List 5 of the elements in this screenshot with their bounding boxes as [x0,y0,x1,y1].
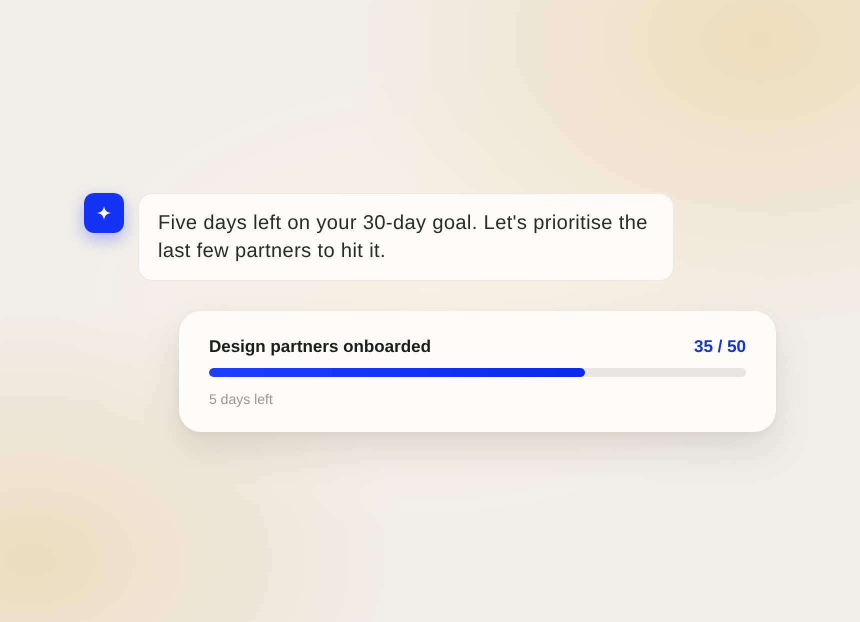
sparkle-icon [84,193,124,233]
goal-count: 35 / 50 [694,336,746,358]
goal-title: Design partners onboarded [209,336,431,358]
assistant-message: Five days left on your 30-day goal. Let's prioritise the last few partners to hit it. [138,193,674,281]
days-left: 5 days left [209,390,274,408]
